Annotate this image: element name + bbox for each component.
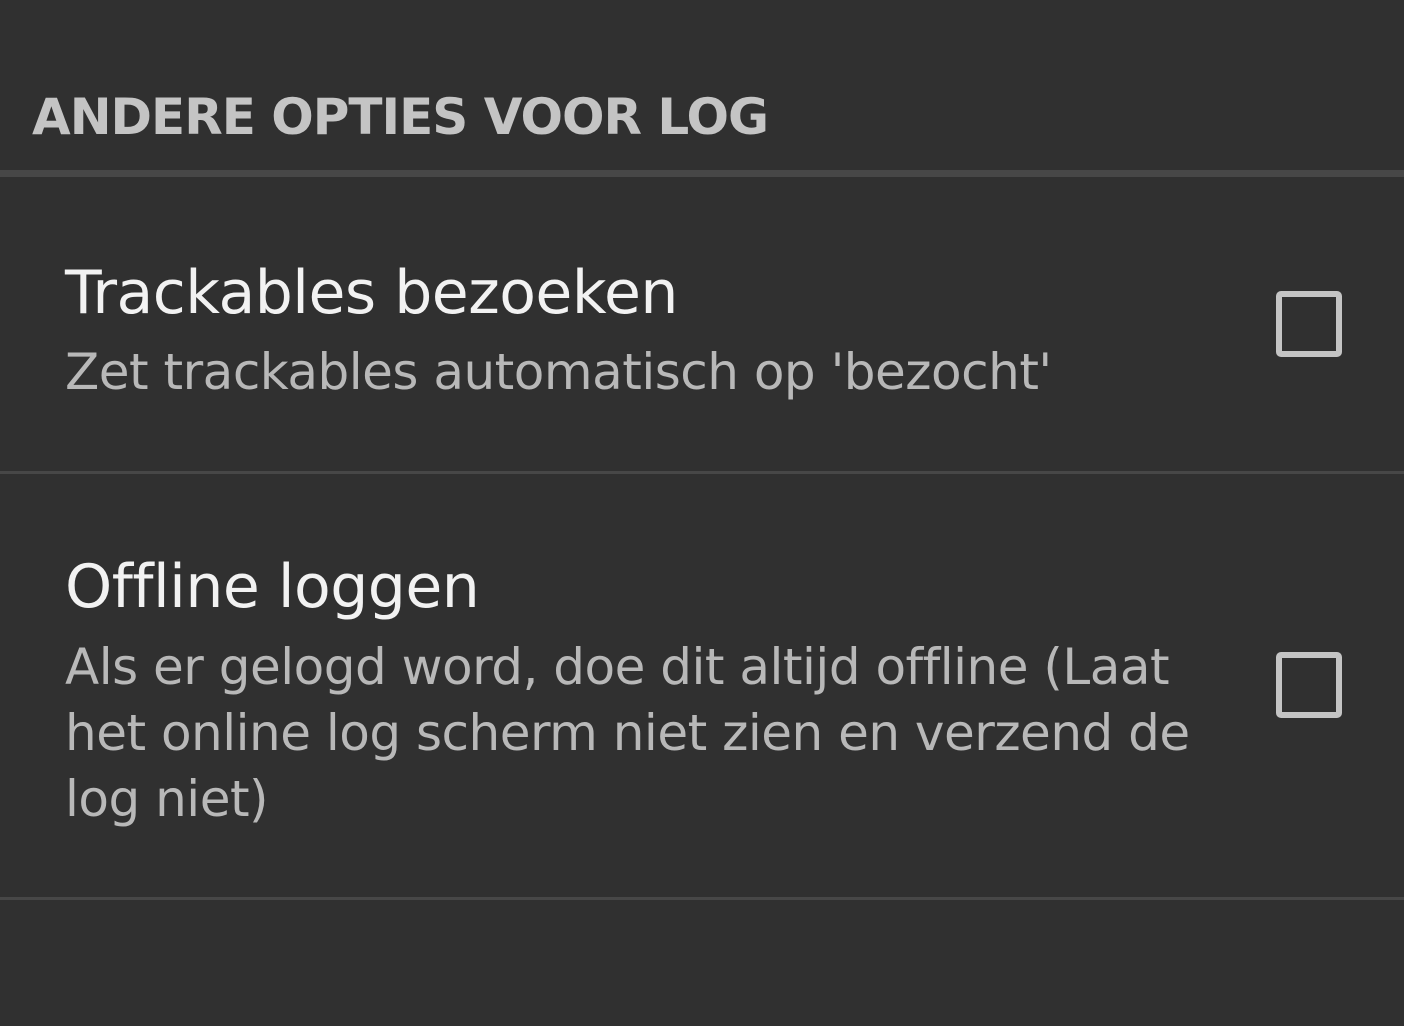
preference-summary: Zet trackables automatisch op 'bezocht' <box>65 343 1052 401</box>
visit-trackables-checkbox[interactable] <box>1276 291 1342 357</box>
preference-title: Trackables bezoeken <box>65 258 678 328</box>
section-divider <box>0 170 1404 177</box>
preference-title: Offline loggen <box>65 552 480 622</box>
preference-visit-trackables[interactable]: Trackables bezoeken Zet trackables autom… <box>0 177 1404 472</box>
section-header: ANDERE OPTIES VOOR LOG <box>0 0 1404 170</box>
row-divider <box>0 897 1404 900</box>
preference-offline-logging[interactable]: Offline loggen Als er gelogd word, doe d… <box>0 474 1404 898</box>
preference-summary: Als er gelogd word, doe dit altijd offli… <box>65 638 1190 828</box>
section-title: ANDERE OPTIES VOOR LOG <box>32 88 769 146</box>
settings-screen: ANDERE OPTIES VOOR LOG Trackables bezoek… <box>0 0 1404 1026</box>
offline-logging-checkbox[interactable] <box>1276 652 1342 718</box>
